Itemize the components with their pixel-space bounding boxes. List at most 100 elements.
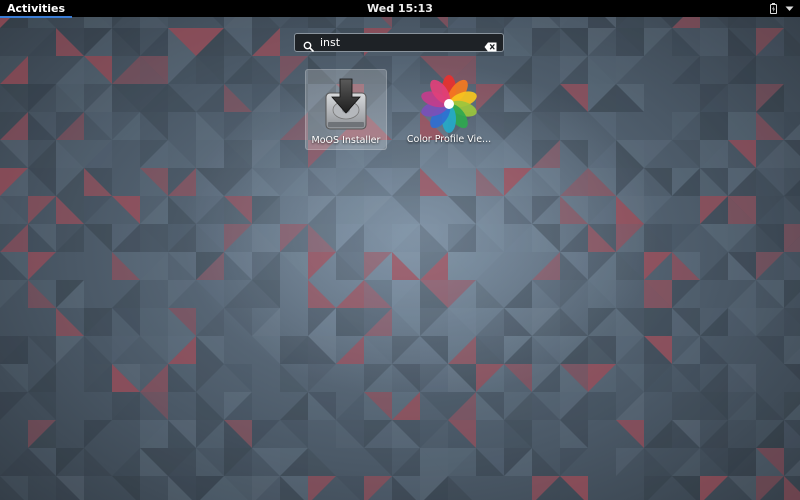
wallpaper-triangle <box>756 308 784 336</box>
wallpaper-triangle <box>56 56 84 84</box>
wallpaper-triangle <box>560 224 588 252</box>
disk-installer-icon <box>316 75 376 135</box>
wallpaper-triangle <box>672 476 700 500</box>
wallpaper-triangle <box>84 84 112 112</box>
app-result-color-profile-viewer[interactable]: Color Profile Vie... <box>407 69 491 150</box>
wallpaper-triangle <box>140 336 168 364</box>
wallpaper-triangle <box>476 168 504 196</box>
wallpaper-triangle <box>0 476 28 500</box>
wallpaper-triangle <box>784 180 800 196</box>
backspace-clear-icon[interactable] <box>484 37 497 56</box>
wallpaper-triangle <box>532 280 560 308</box>
wallpaper-triangle <box>420 420 448 448</box>
wallpaper-triangle <box>336 392 364 420</box>
wallpaper-triangle <box>700 364 728 392</box>
wallpaper-triangle <box>588 196 616 224</box>
wallpaper-triangle <box>532 336 560 364</box>
top-bar: Activities Wed 15:13 <box>0 0 800 18</box>
wallpaper-triangle <box>140 196 168 224</box>
wallpaper-triangle <box>28 140 56 168</box>
wallpaper-triangle <box>196 224 224 252</box>
wallpaper-triangle <box>112 196 140 224</box>
wallpaper-triangle <box>84 224 112 252</box>
wallpaper-triangle <box>420 392 448 420</box>
wallpaper-triangle <box>112 476 140 500</box>
wallpaper-triangle <box>392 448 420 476</box>
system-menu[interactable] <box>770 0 794 17</box>
wallpaper-triangle <box>644 168 672 196</box>
wallpaper-triangle <box>644 28 672 56</box>
wallpaper-triangle <box>308 364 336 392</box>
wallpaper-triangle <box>392 196 420 224</box>
wallpaper-triangle <box>588 112 616 140</box>
wallpaper-triangle <box>224 168 252 196</box>
wallpaper-triangle <box>728 140 756 168</box>
wallpaper-triangle <box>532 84 560 112</box>
wallpaper-triangle <box>504 56 532 84</box>
wallpaper-triangle <box>532 196 560 224</box>
wallpaper-triangle <box>28 336 56 364</box>
wallpaper-triangle <box>56 336 84 364</box>
wallpaper-triangle <box>224 364 252 392</box>
battery-charging-icon[interactable] <box>770 3 777 14</box>
wallpaper-triangle <box>168 252 196 280</box>
wallpaper-triangle <box>308 448 336 476</box>
chevron-down-icon[interactable] <box>785 6 794 12</box>
wallpaper-triangle <box>728 392 756 420</box>
wallpaper-triangle <box>336 280 364 308</box>
wallpaper-triangle <box>756 140 784 168</box>
wallpaper-triangle <box>560 448 588 476</box>
wallpaper-triangle <box>364 448 392 476</box>
wallpaper-triangle <box>392 168 420 196</box>
wallpaper-triangle <box>336 476 364 500</box>
wallpaper-triangle <box>280 364 308 392</box>
wallpaper-triangle <box>224 308 252 336</box>
wallpaper-triangle <box>364 224 392 252</box>
wallpaper-triangle <box>448 196 476 224</box>
wallpaper-triangle <box>756 112 784 140</box>
wallpaper-triangle <box>112 336 140 364</box>
wallpaper-triangle <box>476 280 504 308</box>
wallpaper-triangle <box>420 308 448 336</box>
wallpaper-triangle <box>140 28 168 56</box>
wallpaper-triangle <box>308 476 336 500</box>
wallpaper-triangle <box>252 168 280 196</box>
search-input[interactable] <box>320 34 480 51</box>
wallpaper-triangle <box>616 420 644 448</box>
wallpaper-triangle <box>196 112 224 140</box>
color-profile-flower-icon <box>419 74 479 134</box>
wallpaper-triangle <box>28 168 56 196</box>
wallpaper-triangle <box>504 224 532 252</box>
wallpaper-triangle <box>700 476 728 500</box>
wallpaper-triangle <box>308 280 336 308</box>
wallpaper-triangle <box>756 476 784 500</box>
wallpaper-triangle <box>112 112 140 140</box>
wallpaper-triangle <box>700 224 728 252</box>
wallpaper-triangle <box>336 168 364 196</box>
search-box[interactable] <box>294 33 504 52</box>
wallpaper-triangle <box>560 140 588 168</box>
wallpaper-triangle <box>224 224 252 252</box>
app-result-moos-installer[interactable]: MoOS Installer <box>305 69 387 150</box>
wallpaper-triangle <box>112 448 140 476</box>
wallpaper-triangle <box>756 336 784 364</box>
wallpaper-triangle <box>196 84 224 112</box>
wallpaper-triangle <box>728 476 756 500</box>
wallpaper-triangle <box>504 140 532 168</box>
clock-label[interactable]: Wed 15:13 <box>367 2 433 15</box>
wallpaper-triangle <box>168 280 196 308</box>
wallpaper-triangle <box>420 168 448 196</box>
wallpaper-triangle <box>756 392 784 420</box>
wallpaper-triangle <box>56 448 84 476</box>
wallpaper-triangle <box>672 364 700 392</box>
wallpaper-triangle <box>280 392 308 420</box>
wallpaper-triangle <box>756 280 784 308</box>
wallpaper-triangle <box>224 280 252 308</box>
wallpaper-triangle <box>560 280 588 308</box>
activities-button[interactable]: Activities <box>0 0 73 18</box>
wallpaper-triangle <box>252 336 280 364</box>
wallpaper-triangle <box>532 168 560 196</box>
wallpaper-triangle <box>28 364 56 392</box>
app-label-moos-installer: MoOS Installer <box>311 135 381 146</box>
wallpaper-triangle <box>0 448 28 476</box>
